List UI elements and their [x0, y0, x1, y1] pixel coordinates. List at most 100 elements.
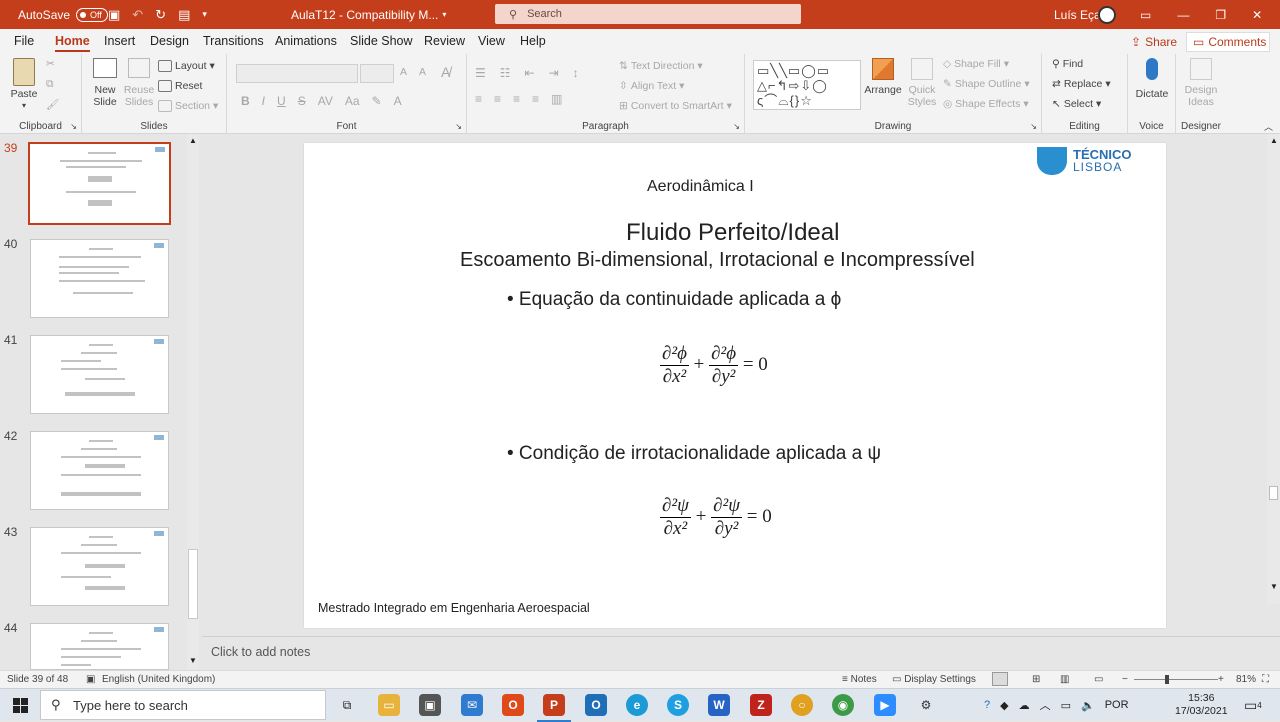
align-right-icon[interactable]: ≡: [513, 92, 520, 106]
notes-pane[interactable]: Click to add notes: [202, 636, 1280, 670]
fit-slide-icon[interactable]: ⛶: [1262, 674, 1269, 685]
maximize-icon[interactable]: ❐: [1215, 8, 1226, 22]
volume-icon[interactable]: 🔈: [1081, 699, 1095, 712]
zoom-level[interactable]: 81%: [1236, 674, 1256, 685]
align-center-icon[interactable]: ≡: [494, 92, 501, 106]
font-size-field[interactable]: [360, 64, 394, 83]
dialog-launcher-icon[interactable]: ↘: [1030, 122, 1037, 131]
underline-button[interactable]: U: [277, 94, 286, 108]
slide-scrollbar[interactable]: ▲ ▼: [1267, 134, 1280, 604]
quick-styles-button[interactable]: Quick Styles: [903, 58, 941, 108]
scrollbar-thumb[interactable]: [188, 549, 198, 619]
minimize-icon[interactable]: —: [1177, 8, 1189, 22]
network-icon[interactable]: ▭: [1061, 699, 1071, 712]
numbering-icon[interactable]: ☷: [500, 66, 511, 80]
zoom-slider[interactable]: [1134, 675, 1218, 684]
dropbox-icon[interactable]: ◆: [1000, 699, 1008, 712]
slide-sorter-icon[interactable]: ⊞: [1032, 674, 1040, 685]
tab-slide-show[interactable]: Slide Show: [350, 34, 413, 48]
mail-icon[interactable]: ✉: [461, 694, 483, 716]
bold-button[interactable]: B: [241, 94, 250, 108]
increase-font-icon[interactable]: A: [400, 66, 407, 78]
tab-animations[interactable]: Animations: [275, 34, 337, 48]
zoom-in-icon[interactable]: +: [1218, 674, 1224, 685]
filezilla-icon[interactable]: Z: [750, 694, 772, 716]
display-settings-button[interactable]: ▭ Display Settings: [892, 674, 976, 685]
user-name[interactable]: Luís Eça: [1054, 0, 1101, 29]
spellcheck-icon[interactable]: ▣: [86, 674, 95, 685]
ribbon-display-icon[interactable]: ▭: [1140, 8, 1151, 22]
notes-toggle[interactable]: ≡ Notes: [842, 674, 877, 685]
task-view-icon[interactable]: ⧉: [336, 694, 358, 716]
copy-icon[interactable]: ⧉: [46, 78, 54, 91]
tab-help[interactable]: Help: [520, 34, 546, 48]
chevron-up-icon[interactable]: ︿: [1040, 697, 1051, 713]
highlight-icon[interactable]: ✎: [372, 94, 382, 108]
slide-canvas[interactable]: Aerodinâmica I TÉCNICO LISBOA Fluido Per…: [304, 143, 1166, 628]
powerpoint-icon[interactable]: P: [537, 694, 571, 722]
shape-effects-button[interactable]: ◎ Shape Effects ▾: [943, 98, 1029, 110]
reuse-slides-button[interactable]: Reuse Slides: [122, 58, 156, 108]
tab-home[interactable]: Home: [55, 34, 90, 52]
tab-insert[interactable]: Insert: [104, 34, 135, 48]
notification-center[interactable]: ▭ 4: [1244, 689, 1262, 721]
slide-thumbnail-43[interactable]: [30, 527, 169, 606]
edge-icon[interactable]: e: [626, 694, 648, 716]
present-icon[interactable]: ▤: [178, 7, 190, 23]
find-button[interactable]: ⚲ Find: [1052, 58, 1083, 70]
notes-placeholder[interactable]: Click to add notes: [211, 645, 310, 659]
avatar[interactable]: [1098, 0, 1116, 29]
undo-icon[interactable]: ↶: [132, 7, 143, 23]
convert-smartart-button[interactable]: ⊞ Convert to SmartArt ▾: [619, 100, 732, 112]
cloud-icon[interactable]: ☁: [1019, 699, 1030, 712]
font-color-icon[interactable]: A: [394, 94, 402, 108]
select-button[interactable]: ↖ Select ▾: [1052, 98, 1101, 110]
align-text-button[interactable]: ⇳ Align Text ▾: [619, 80, 684, 92]
line-spacing-icon[interactable]: ↕: [573, 66, 579, 80]
italic-button[interactable]: I: [262, 94, 265, 108]
slide-thumbnail-41[interactable]: [30, 335, 169, 414]
chrome-icon[interactable]: ◉: [832, 694, 854, 716]
slideshow-icon[interactable]: ▭: [1094, 674, 1103, 685]
change-case-button[interactable]: Aa: [345, 94, 360, 108]
collapse-ribbon-icon[interactable]: ︿: [1264, 120, 1273, 133]
scroll-down-icon[interactable]: ▼: [1270, 582, 1278, 591]
paste-button[interactable]: Paste ▾: [8, 58, 40, 112]
text-direction-button[interactable]: ⇅ Text Direction ▾: [619, 60, 703, 72]
slide-thumbnail-42[interactable]: [30, 431, 169, 510]
file-explorer-icon[interactable]: ▭: [378, 694, 400, 716]
help-icon[interactable]: ?: [984, 699, 990, 711]
columns-icon[interactable]: ▥: [551, 92, 562, 106]
share-button[interactable]: ⇪ Share: [1125, 32, 1183, 52]
font-name-field[interactable]: [236, 64, 358, 83]
design-ideas-button[interactable]: Design Ideas: [1180, 58, 1222, 108]
windows-start-icon[interactable]: [0, 689, 40, 721]
reset-button[interactable]: Reset: [158, 80, 202, 92]
decrease-font-icon[interactable]: A: [419, 66, 426, 78]
cut-icon[interactable]: ✂: [46, 58, 55, 70]
comments-button[interactable]: ▭ Comments: [1186, 32, 1270, 52]
slide-thumbnail-40[interactable]: [30, 239, 169, 318]
normal-view-icon[interactable]: [992, 672, 1008, 686]
thumbnail-scrollbar[interactable]: ▲ ▼: [187, 134, 199, 670]
shapes-gallery[interactable]: ▭╲╲▭◯▭ △⌐↰⇨⇩◯ ς⌒⌓{}☆: [753, 60, 861, 110]
reading-view-icon[interactable]: ▥: [1060, 674, 1069, 685]
replace-button[interactable]: ⇄ Replace ▾: [1052, 78, 1111, 90]
shape-outline-button[interactable]: ✎ Shape Outline ▾: [943, 78, 1030, 90]
slide-thumbnail-44[interactable]: [30, 623, 169, 670]
zoom-app-icon[interactable]: ▶: [874, 694, 896, 716]
arrange-button[interactable]: Arrange: [863, 58, 903, 96]
app-icon[interactable]: ○: [791, 694, 813, 716]
document-title[interactable]: AulaT12 - Compatibility M... ▾: [291, 0, 446, 29]
settings-gear-icon[interactable]: ⚙: [915, 694, 937, 716]
section-button[interactable]: Section ▾: [158, 100, 218, 112]
decrease-indent-icon[interactable]: ⇤: [525, 66, 535, 80]
autosave-toggle[interactable]: Off: [76, 7, 109, 22]
scroll-up-icon[interactable]: ▲: [1270, 136, 1278, 145]
word-icon[interactable]: W: [708, 694, 730, 716]
dialog-launcher-icon[interactable]: ↘: [70, 122, 77, 131]
customize-qat-icon[interactable]: ▾: [202, 9, 207, 20]
new-slide-button[interactable]: New Slide: [88, 58, 122, 108]
outlook-icon[interactable]: O: [585, 694, 607, 716]
shape-fill-button[interactable]: ◇ Shape Fill ▾: [943, 58, 1009, 70]
